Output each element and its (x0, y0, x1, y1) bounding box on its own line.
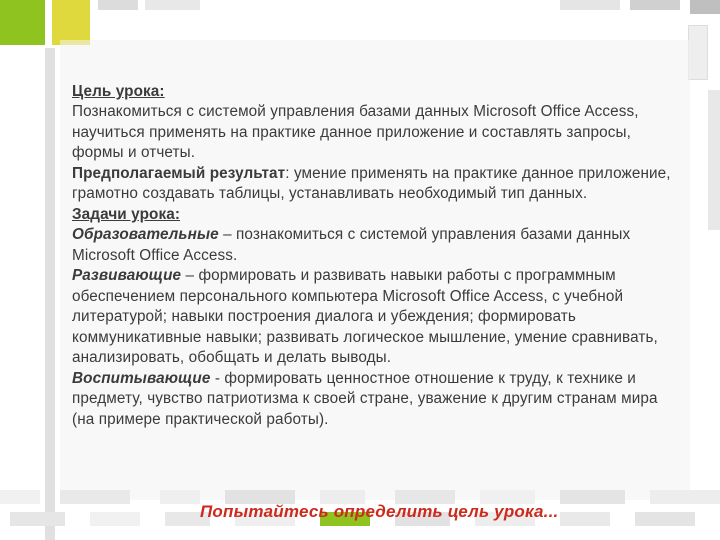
label-educational: Образовательные (72, 226, 219, 243)
deco-strip (560, 0, 620, 10)
deco-cell (10, 512, 65, 526)
label-upbringing: Воспитывающие (72, 370, 210, 387)
deco-strip (690, 0, 720, 14)
deco-cell (90, 512, 140, 526)
lesson-text: Цель урока: Познакомиться с системой упр… (72, 82, 684, 430)
prompt-text: Попытайтесь определить цель урока... (200, 502, 558, 522)
goal-body: Познакомиться с системой управления база… (72, 102, 684, 163)
deco-cell (60, 490, 130, 504)
deco-block-yellow (52, 0, 90, 45)
deco-cell (0, 490, 40, 504)
deco-cell (560, 490, 625, 504)
vertical-spine (45, 48, 55, 540)
deco-cell (650, 490, 720, 504)
deco-strip (708, 90, 720, 230)
deco-strip (98, 0, 138, 10)
label-expected-result: Предполагаемый результат (72, 165, 285, 182)
deco-cell (560, 512, 610, 526)
deco-strip (630, 0, 680, 10)
deco-strip (688, 25, 708, 80)
deco-strip (145, 0, 200, 10)
label-developing: Развивающие (72, 267, 181, 284)
heading-goal: Цель урока: (72, 83, 165, 100)
slide: Цель урока: Познакомиться с системой упр… (0, 0, 720, 540)
deco-cell (635, 512, 695, 526)
deco-cell (160, 490, 200, 504)
deco-block-green (0, 0, 45, 45)
heading-tasks: Задачи урока: (72, 206, 180, 223)
